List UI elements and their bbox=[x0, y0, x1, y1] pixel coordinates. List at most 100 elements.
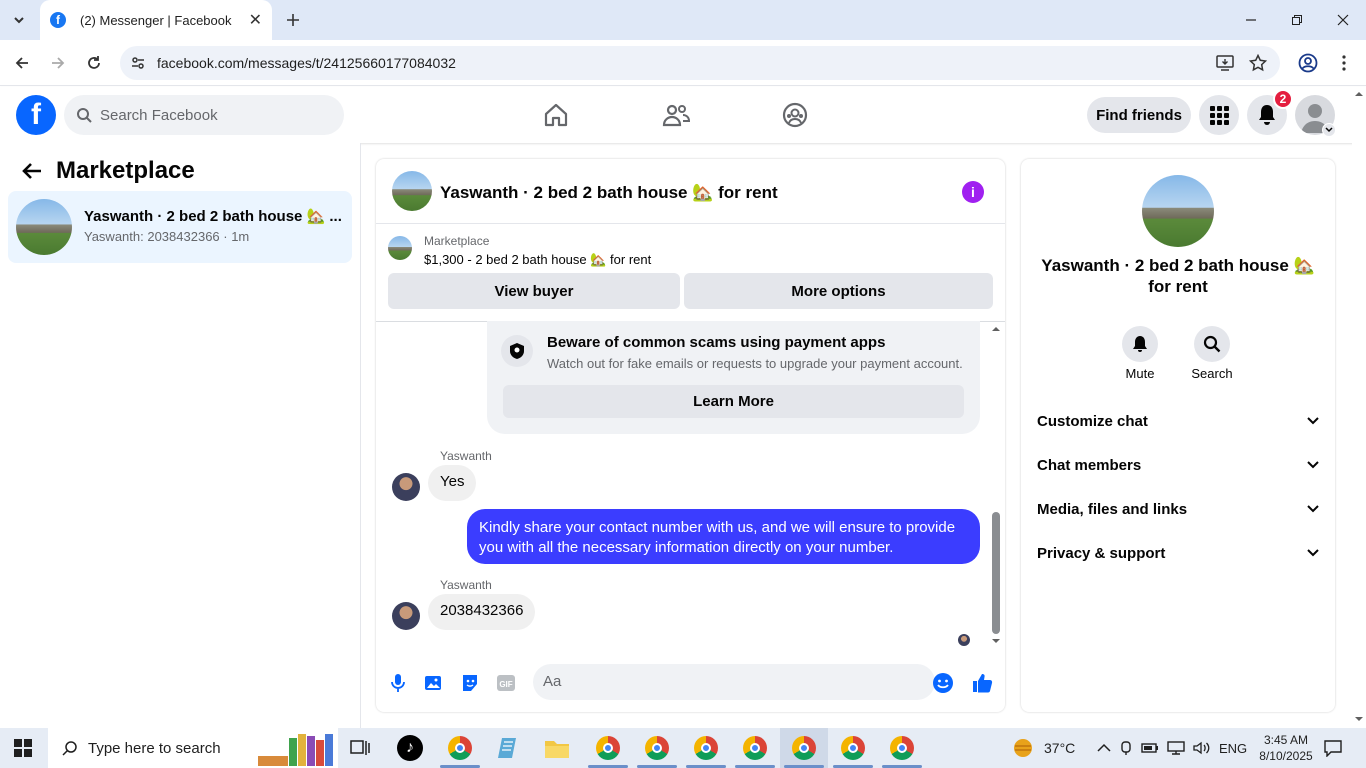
browser-tab[interactable]: f (2) Messenger | Facebook ✕ bbox=[40, 0, 272, 40]
bookmark-star-icon[interactable] bbox=[1248, 53, 1268, 73]
marketplace-title: Marketplace bbox=[56, 157, 195, 184]
back-icon[interactable] bbox=[10, 51, 34, 75]
listing-thumbnail bbox=[16, 199, 72, 255]
marketplace-listing-thumbnail bbox=[388, 236, 412, 260]
menu-grid-icon[interactable] bbox=[1199, 95, 1239, 135]
meet-now-icon[interactable] bbox=[1119, 740, 1133, 756]
chrome-app-icon[interactable] bbox=[790, 734, 818, 762]
browser-menu-icon[interactable] bbox=[1332, 51, 1356, 75]
privacy-support-section[interactable]: Privacy & support bbox=[1037, 531, 1319, 575]
reload-icon[interactable] bbox=[82, 51, 106, 75]
close-tab-icon[interactable]: ✕ bbox=[249, 10, 262, 30]
media-files-links-section[interactable]: Media, files and links bbox=[1037, 487, 1319, 531]
customize-chat-section[interactable]: Customize chat bbox=[1037, 399, 1319, 443]
sticker-icon[interactable] bbox=[458, 671, 482, 695]
listing-price-title[interactable]: $1,300 - 2 bed 2 bath house 🏡 for rent bbox=[424, 252, 651, 268]
task-view-icon[interactable] bbox=[346, 734, 374, 762]
show-hidden-icons-chevron-icon[interactable] bbox=[1097, 743, 1111, 753]
emoji-icon[interactable] bbox=[931, 671, 955, 695]
facebook-header: f Search Facebook Find friends 2 bbox=[0, 87, 1366, 143]
gif-icon[interactable]: GIF bbox=[494, 671, 518, 695]
svg-text:GIF: GIF bbox=[499, 680, 512, 689]
section-label: Media, files and links bbox=[1037, 500, 1188, 518]
site-info-icon[interactable] bbox=[128, 53, 148, 73]
notification-center-icon[interactable] bbox=[1324, 728, 1342, 768]
details-listing-thumbnail[interactable] bbox=[1142, 175, 1214, 247]
chat-members-section[interactable]: Chat members bbox=[1037, 443, 1319, 487]
view-buyer-button[interactable]: View buyer bbox=[388, 273, 680, 309]
like-thumbs-up-icon[interactable] bbox=[970, 671, 994, 695]
chat-title[interactable]: Yaswanth · 2 bed 2 bath house 🏡 for rent bbox=[440, 183, 778, 203]
profile-icon[interactable] bbox=[1296, 51, 1320, 75]
scrollbar-thumb[interactable] bbox=[992, 512, 1000, 634]
mute-bell-icon[interactable] bbox=[1122, 326, 1158, 362]
sender-avatar[interactable] bbox=[392, 602, 420, 630]
friends-icon[interactable] bbox=[660, 99, 692, 131]
message-sender: Yaswanth bbox=[440, 578, 492, 592]
system-tray-icons[interactable] bbox=[1097, 728, 1211, 768]
clock[interactable]: 3:45 AM 8/10/2025 bbox=[1256, 728, 1316, 768]
facebook-search-input[interactable]: Search Facebook bbox=[64, 95, 344, 135]
chevron-down-icon bbox=[1307, 417, 1319, 425]
search-icon bbox=[62, 741, 77, 756]
chrome-app-icon[interactable] bbox=[643, 734, 671, 762]
microphone-icon[interactable] bbox=[386, 671, 410, 695]
address-bar[interactable]: facebook.com/messages/t/2412566017708403… bbox=[120, 46, 1280, 80]
incoming-message[interactable]: 2038432366 bbox=[428, 594, 536, 630]
more-options-button[interactable]: More options bbox=[684, 273, 993, 309]
chat-scrollbar[interactable] bbox=[989, 324, 1003, 649]
battery-icon[interactable] bbox=[1141, 742, 1159, 754]
details-title: Yaswanth · 2 bed 2 bath house 🏡 for rent bbox=[1041, 256, 1315, 296]
search-label: Search bbox=[1191, 366, 1233, 381]
facebook-logo-icon[interactable]: f bbox=[16, 95, 56, 135]
back-arrow-icon[interactable] bbox=[20, 159, 44, 183]
chrome-app-icon[interactable] bbox=[741, 734, 769, 762]
new-tab-icon[interactable] bbox=[282, 9, 304, 31]
chrome-app-icon[interactable] bbox=[888, 734, 916, 762]
search-conversation-icon[interactable] bbox=[1194, 326, 1230, 362]
notification-badge: 2 bbox=[1273, 89, 1293, 109]
find-friends-button[interactable]: Find friends bbox=[1087, 97, 1191, 133]
sender-avatar[interactable] bbox=[392, 473, 420, 501]
photo-icon[interactable] bbox=[422, 671, 446, 695]
temperature: 37°C bbox=[1044, 740, 1076, 756]
chrome-app-icon[interactable] bbox=[594, 734, 622, 762]
volume-icon[interactable] bbox=[1193, 741, 1211, 755]
tab-search-chevron-icon[interactable] bbox=[8, 9, 30, 31]
home-icon[interactable] bbox=[540, 99, 572, 131]
page-scrollbar[interactable] bbox=[1352, 87, 1366, 728]
groups-icon[interactable] bbox=[779, 99, 811, 131]
windows-taskbar: Type here to search ♪ 37°C ENG 3:45 AM 8… bbox=[0, 728, 1366, 768]
install-app-icon[interactable] bbox=[1215, 53, 1235, 73]
notes-app-icon[interactable] bbox=[494, 734, 522, 762]
taskbar-search-box[interactable]: Type here to search bbox=[48, 728, 338, 768]
outgoing-message[interactable]: Kindly share your contact number with us… bbox=[467, 509, 980, 564]
chevron-down-icon bbox=[1307, 461, 1319, 469]
conversation-name: Yaswanth · 2 bed 2 bath house 🏡 ... bbox=[84, 208, 342, 225]
conversation-item[interactable]: Yaswanth · 2 bed 2 bath house 🏡 ... Yasw… bbox=[8, 191, 352, 263]
restore-icon[interactable] bbox=[1274, 0, 1320, 40]
chrome-app-icon[interactable] bbox=[446, 734, 474, 762]
network-icon[interactable] bbox=[1167, 741, 1185, 755]
chrome-app-icon[interactable] bbox=[692, 734, 720, 762]
weather-widget[interactable]: 37°C bbox=[1012, 728, 1075, 768]
minimize-icon[interactable] bbox=[1228, 0, 1274, 40]
tiktok-app-icon[interactable]: ♪ bbox=[396, 734, 424, 762]
forward-icon[interactable] bbox=[46, 51, 70, 75]
file-explorer-icon[interactable] bbox=[543, 734, 571, 762]
chrome-app-icon[interactable] bbox=[839, 734, 867, 762]
language-indicator[interactable]: ENG bbox=[1219, 728, 1247, 768]
chat-listing-thumbnail[interactable] bbox=[392, 171, 432, 211]
windows-start-icon[interactable] bbox=[14, 739, 32, 757]
clock-time: 3:45 AM bbox=[1263, 733, 1309, 747]
incoming-message[interactable]: Yes bbox=[428, 465, 477, 501]
learn-more-button[interactable]: Learn More bbox=[503, 385, 964, 418]
mute-label: Mute bbox=[1125, 366, 1155, 381]
account-chevron-icon[interactable] bbox=[1322, 123, 1336, 137]
info-icon[interactable]: i bbox=[962, 181, 984, 203]
close-window-icon[interactable] bbox=[1320, 0, 1366, 40]
message-input[interactable]: Aa bbox=[533, 664, 935, 700]
chat-panel: Yaswanth · 2 bed 2 bath house 🏡 for rent… bbox=[376, 159, 1005, 712]
conversation-list-panel: Marketplace Yaswanth · 2 bed 2 bath hous… bbox=[0, 143, 361, 728]
url-text: facebook.com/messages/t/2412566017708403… bbox=[157, 55, 456, 71]
